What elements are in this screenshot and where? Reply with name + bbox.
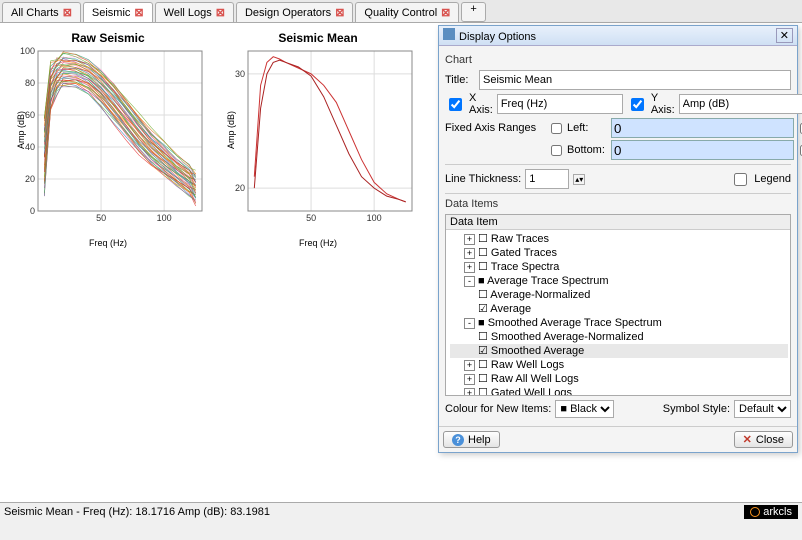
- tree-node[interactable]: +☐ Trace Spectra: [450, 260, 788, 274]
- left-checkbox[interactable]: [551, 122, 562, 135]
- tab-close-icon[interactable]: ⊠: [63, 6, 72, 19]
- svg-text:100: 100: [157, 213, 172, 223]
- svg-text:40: 40: [25, 142, 35, 152]
- bottom-label: Bottom:: [567, 144, 609, 156]
- expand-icon[interactable]: -: [464, 318, 475, 329]
- fixed-ranges-label: Fixed Axis Ranges: [445, 122, 545, 134]
- close-icon: ✕: [743, 433, 752, 446]
- tree-header: Data Item: [446, 215, 790, 230]
- expand-icon[interactable]: +: [464, 374, 475, 385]
- chart-title: Seismic Mean: [218, 31, 418, 45]
- tree-leaf[interactable]: ☐ Smoothed Average-Normalized: [450, 330, 788, 344]
- title-label: Title:: [445, 74, 475, 86]
- svg-text:50: 50: [306, 213, 316, 223]
- help-icon: ?: [452, 434, 464, 446]
- xlabel: Freq (Hz): [8, 238, 208, 248]
- tab-seismic[interactable]: Seismic ⊠: [83, 2, 153, 22]
- tree-node[interactable]: +☐ Raw Traces: [450, 232, 788, 246]
- ylabel: Amp (dB): [226, 111, 236, 149]
- title-input[interactable]: [479, 70, 791, 90]
- tree-node[interactable]: +☐ Gated Well Logs: [450, 386, 788, 396]
- colour-label: Colour for New Items:: [445, 403, 551, 415]
- dialog-title: Display Options: [459, 31, 536, 43]
- close-button[interactable]: ✕Close: [734, 431, 793, 448]
- legend-label: Legend: [754, 173, 791, 185]
- tab-well-logs[interactable]: Well Logs ⊠: [155, 2, 234, 22]
- tab-close-icon[interactable]: ⊠: [335, 6, 344, 19]
- svg-text:80: 80: [25, 78, 35, 88]
- add-tab-button[interactable]: +: [461, 2, 485, 22]
- tree-node[interactable]: -■ Smoothed Average Trace Spectrum: [450, 316, 788, 330]
- ylabel: Amp (dB): [16, 111, 26, 149]
- xaxis-label: X Axis:: [469, 92, 493, 116]
- left-input[interactable]: [611, 118, 794, 138]
- symbol-select[interactable]: Default: [734, 400, 791, 418]
- expand-icon[interactable]: +: [464, 262, 475, 273]
- tree-leaf[interactable]: ☐ Average-Normalized: [450, 288, 788, 302]
- xaxis-input[interactable]: [497, 94, 623, 114]
- dialog-sysclose-icon[interactable]: ✕: [776, 28, 793, 43]
- chart-title: Raw Seismic: [8, 31, 208, 45]
- spinner-icon[interactable]: ▴▾: [573, 174, 585, 185]
- expand-icon[interactable]: +: [464, 234, 475, 245]
- tab-close-icon[interactable]: ⊠: [134, 6, 143, 19]
- data-items-tree[interactable]: Data Item +☐ Raw Traces+☐ Gated Traces+☐…: [445, 214, 791, 396]
- tree-node[interactable]: +☐ Raw Well Logs: [450, 358, 788, 372]
- dialog-icon: [443, 28, 455, 40]
- legend-checkbox[interactable]: [734, 173, 747, 186]
- main-area: Raw Seismic Amp (dB) 50 100 0 20 40 60 80 100 Freq…: [0, 23, 802, 521]
- svg-text:30: 30: [235, 69, 245, 79]
- svg-text:20: 20: [25, 174, 35, 184]
- xlabel: Freq (Hz): [218, 238, 418, 248]
- chart-0[interactable]: Raw Seismic Amp (dB) 50 100 0 20 40 60 80 100 Freq…: [8, 31, 208, 248]
- chart-section-label: Chart: [445, 54, 791, 66]
- tree-node[interactable]: +☐ Raw All Well Logs: [450, 372, 788, 386]
- display-options-dialog: Display Options ✕ Chart Title: X Axis: Y…: [438, 25, 798, 453]
- help-button[interactable]: ?Help: [443, 431, 500, 448]
- chart-1[interactable]: Seismic Mean Amp (dB) 50 100 20 30 Freq (Hz): [218, 31, 418, 248]
- expand-icon[interactable]: -: [464, 276, 475, 287]
- status-bar: Seismic Mean - Freq (Hz): 18.1716 Amp (d…: [0, 502, 802, 521]
- line-thickness-label: Line Thickness:: [445, 173, 521, 185]
- tab-design-operators[interactable]: Design Operators ⊠: [236, 2, 353, 22]
- tree-leaf[interactable]: ☑ Average: [450, 302, 788, 316]
- brand-icon: [750, 507, 760, 517]
- tab-close-icon[interactable]: ⊠: [441, 6, 450, 19]
- yaxis-input[interactable]: [679, 94, 802, 114]
- symbol-label: Symbol Style:: [663, 403, 730, 415]
- tab-quality-control[interactable]: Quality Control ⊠: [355, 2, 459, 22]
- yaxis-label: Y Axis:: [651, 92, 675, 116]
- left-label: Left:: [567, 122, 609, 134]
- expand-icon[interactable]: +: [464, 388, 475, 396]
- xaxis-checkbox[interactable]: [449, 98, 462, 111]
- svg-text:60: 60: [25, 110, 35, 120]
- tree-node[interactable]: -■ Average Trace Spectrum: [450, 274, 788, 288]
- svg-text:0: 0: [30, 206, 35, 216]
- tab-bar: All Charts ⊠Seismic ⊠Well Logs ⊠Design O…: [0, 0, 802, 23]
- colour-select[interactable]: ■ Black: [555, 400, 614, 418]
- tab-close-icon[interactable]: ⊠: [216, 6, 225, 19]
- svg-text:100: 100: [367, 213, 382, 223]
- bottom-checkbox[interactable]: [551, 144, 562, 157]
- svg-text:100: 100: [20, 46, 35, 56]
- data-items-label: Data Items: [445, 198, 791, 210]
- expand-icon[interactable]: +: [464, 248, 475, 259]
- status-text: Seismic Mean - Freq (Hz): 18.1716 Amp (d…: [4, 506, 270, 518]
- tree-node[interactable]: +☐ Gated Traces: [450, 246, 788, 260]
- brand-badge: arkcls: [744, 505, 798, 519]
- bottom-input[interactable]: [611, 140, 794, 160]
- svg-text:20: 20: [235, 183, 245, 193]
- yaxis-checkbox[interactable]: [631, 98, 644, 111]
- tree-leaf[interactable]: ☑ Smoothed Average: [450, 344, 788, 358]
- dialog-titlebar[interactable]: Display Options ✕: [439, 26, 797, 46]
- expand-icon[interactable]: +: [464, 360, 475, 371]
- line-thickness-input[interactable]: [525, 169, 569, 189]
- tab-all-charts[interactable]: All Charts ⊠: [2, 2, 81, 22]
- svg-text:50: 50: [96, 213, 106, 223]
